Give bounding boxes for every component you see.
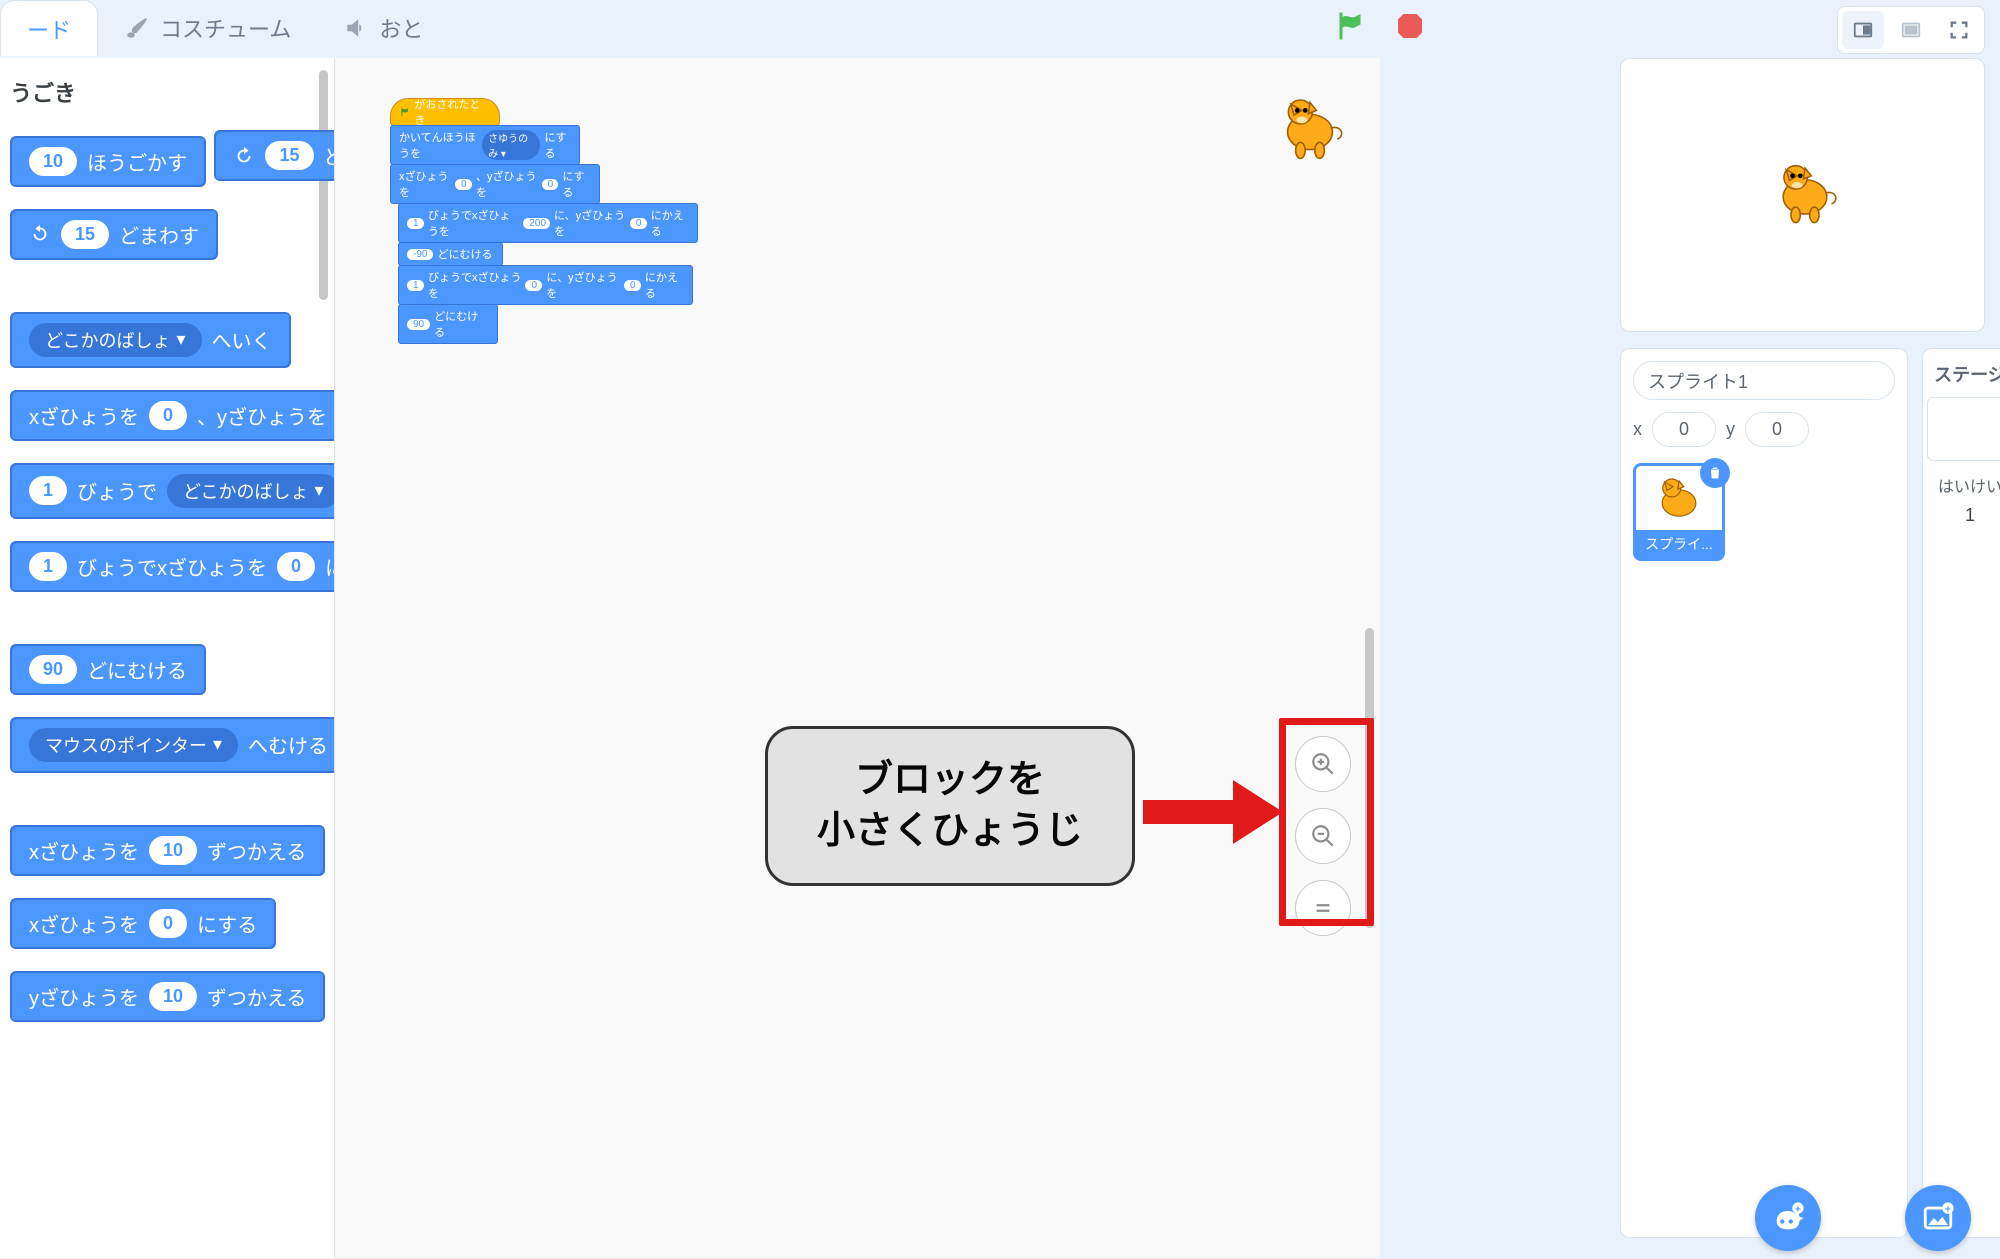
sprite-thumb-1[interactable]: スプライ... bbox=[1633, 463, 1725, 561]
input-degrees[interactable]: 15 bbox=[61, 220, 109, 249]
large-stage-button[interactable] bbox=[1890, 11, 1932, 49]
script-row[interactable]: 90どにむける bbox=[398, 304, 498, 344]
stage-view-controls bbox=[1837, 6, 1985, 54]
workspace-sprite-preview bbox=[1270, 88, 1350, 168]
block-move-steps[interactable]: 10 ほうごかす bbox=[10, 136, 206, 187]
annotation-arrow-icon bbox=[1143, 772, 1283, 852]
annotation-highlight-box bbox=[1279, 718, 1374, 926]
input-dy[interactable]: 10 bbox=[149, 982, 197, 1011]
block-turn-counterclockwise[interactable]: 15 どまわす bbox=[10, 209, 218, 260]
sprite-thumb-label: スプライ... bbox=[1636, 530, 1722, 558]
dropdown-point-target[interactable]: マウスのポインター ▾ bbox=[29, 728, 238, 762]
script-stack[interactable]: がおされたとき かいてんほうほうをさゆうのみ ▾にする xざひょうを0、yざひょ… bbox=[390, 98, 698, 344]
add-sprite-button[interactable]: + bbox=[1755, 1185, 1821, 1251]
block-glide-random[interactable]: 1 びょうで どこかのばしょ ▾ へいく bbox=[10, 463, 335, 519]
block-change-y[interactable]: yざひょうを 10 ずつかえる bbox=[10, 971, 325, 1022]
category-motion-header: うごき bbox=[6, 68, 335, 122]
block-turn-clockwise[interactable]: 15 どまわす bbox=[214, 130, 335, 181]
annotation-line1: ブロックを bbox=[817, 755, 1083, 806]
block-goto-xy[interactable]: xざひょうを 0 、yざひょうを 0 にする bbox=[10, 390, 335, 441]
delete-sprite-button[interactable] bbox=[1700, 458, 1730, 488]
backdrops-count: 1 bbox=[1927, 505, 2000, 526]
workspace[interactable]: がおされたとき かいてんほうほうをさゆうのみ ▾にする xざひょうを0、yざひょ… bbox=[335, 58, 1380, 1258]
editor-tabs: ード コスチューム おと bbox=[0, 0, 1380, 56]
small-stage-button[interactable] bbox=[1842, 11, 1884, 49]
block-goto-random[interactable]: どこかのばしょ ▾ へいく bbox=[10, 312, 291, 368]
block-palette: うごき 10 ほうごかす 15 どまわす 15 どまわす どこかのばしょ ▾ へ… bbox=[0, 58, 335, 1258]
tab-sounds[interactable]: おと bbox=[317, 0, 449, 56]
block-set-x[interactable]: xざひょうを 0 にする bbox=[10, 898, 276, 949]
sprite-info-pane: x y スプライ... bbox=[1620, 348, 1908, 1238]
rotate-ccw-icon bbox=[29, 223, 51, 245]
block-point-direction[interactable]: 90 どにむける bbox=[10, 644, 206, 695]
speaker-icon bbox=[343, 15, 369, 41]
run-controls bbox=[1330, 6, 1430, 46]
script-row[interactable]: 1びょうでxざひょうを200に、yざひょうを0にかえる bbox=[398, 203, 698, 243]
block-glide-xy[interactable]: 1 びょうでxざひょうを 0 に、yざひょうを bbox=[10, 541, 335, 592]
add-backdrop-button[interactable]: + bbox=[1905, 1185, 1971, 1251]
script-row[interactable]: xざひょうを0、yざひょうを0にする bbox=[390, 164, 600, 204]
input-direction[interactable]: 90 bbox=[29, 655, 77, 684]
input-x[interactable]: 0 bbox=[149, 401, 187, 430]
y-label: y bbox=[1726, 419, 1735, 440]
dropdown-goto-target[interactable]: どこかのばしょ ▾ bbox=[29, 323, 202, 357]
sprite-name-input[interactable] bbox=[1633, 361, 1895, 400]
annotation-line2: 小さくひょうじ bbox=[817, 806, 1083, 857]
rotate-cw-icon bbox=[233, 145, 255, 167]
backdrops-label: はいけい bbox=[1927, 473, 2000, 497]
tab-code[interactable]: ード bbox=[0, 0, 98, 56]
svg-text:+: + bbox=[1795, 1204, 1801, 1215]
right-column: x y スプライ... ステージ はいけい bbox=[1620, 58, 1985, 1258]
input-degrees[interactable]: 15 bbox=[265, 141, 313, 170]
script-row[interactable]: 1びょうでxざひょうを0に、yざひょうを0にかえる bbox=[398, 265, 693, 305]
script-row[interactable]: かいてんほうほうをさゆうのみ ▾にする bbox=[390, 125, 580, 165]
stage-info-pane: ステージ はいけい 1 bbox=[1922, 348, 2000, 1238]
annotation-callout: ブロックを 小さくひょうじ bbox=[765, 726, 1135, 886]
svg-text:+: + bbox=[1945, 1204, 1951, 1215]
tab-sounds-label: おと bbox=[379, 12, 423, 44]
block-point-towards[interactable]: マウスのポインター ▾ へむける bbox=[10, 717, 335, 773]
sprite-x-input[interactable] bbox=[1652, 412, 1716, 447]
dropdown-glide-target[interactable]: どこかのばしょ ▾ bbox=[167, 474, 335, 508]
input-steps[interactable]: 10 bbox=[29, 147, 77, 176]
tab-costumes-label: コスチューム bbox=[160, 12, 291, 44]
stage-header: ステージ bbox=[1927, 361, 2000, 387]
input-secs[interactable]: 1 bbox=[29, 552, 67, 581]
tab-code-label: ード bbox=[27, 13, 71, 45]
script-row[interactable]: -90どにむける bbox=[398, 242, 503, 266]
backdrop-thumb[interactable] bbox=[1927, 397, 2000, 461]
sprite-y-input[interactable] bbox=[1745, 412, 1809, 447]
stop-button[interactable] bbox=[1390, 6, 1430, 46]
stage-sprite-cat bbox=[1766, 154, 1844, 232]
palette-scrollbar-thumb[interactable] bbox=[319, 70, 328, 300]
input-dx[interactable]: 10 bbox=[149, 836, 197, 865]
green-flag-button[interactable] bbox=[1330, 6, 1370, 46]
input-x[interactable]: 0 bbox=[149, 909, 187, 938]
stage[interactable] bbox=[1620, 58, 1985, 332]
fullscreen-button[interactable] bbox=[1938, 11, 1980, 49]
input-secs[interactable]: 1 bbox=[29, 476, 67, 505]
x-label: x bbox=[1633, 419, 1642, 440]
tab-costumes[interactable]: コスチューム bbox=[98, 0, 317, 56]
input-x[interactable]: 0 bbox=[277, 552, 315, 581]
paintbrush-icon bbox=[124, 15, 150, 41]
sprite-list: スプライ... bbox=[1633, 463, 1895, 561]
block-change-x[interactable]: xざひょうを 10 ずつかえる bbox=[10, 825, 325, 876]
hat-block-flag-clicked[interactable]: がおされたとき bbox=[390, 98, 500, 126]
